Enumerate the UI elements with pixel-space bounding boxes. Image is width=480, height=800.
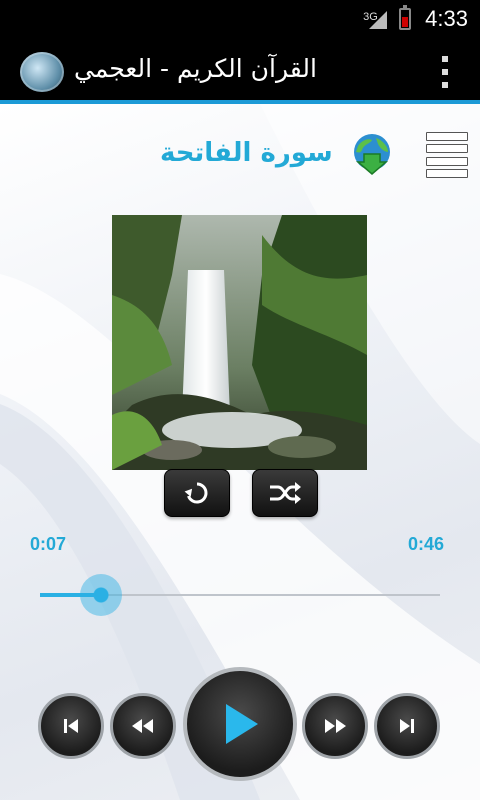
status-bar: 3G 4:33 bbox=[0, 0, 480, 38]
overflow-menu-icon[interactable] bbox=[440, 56, 450, 88]
app-logo-icon[interactable] bbox=[20, 52, 64, 92]
repeat-button[interactable] bbox=[164, 469, 230, 517]
seek-bar[interactable] bbox=[40, 574, 440, 616]
play-icon bbox=[226, 704, 258, 744]
list-menu-icon[interactable] bbox=[426, 132, 468, 178]
album-artwork bbox=[112, 215, 367, 470]
action-bar: القرآن الكريم - العجمي bbox=[0, 38, 480, 104]
play-button[interactable] bbox=[183, 667, 297, 781]
shuffle-button[interactable] bbox=[252, 469, 318, 517]
fast-forward-icon bbox=[325, 719, 346, 733]
seek-thumb[interactable] bbox=[79, 574, 122, 616]
rewind-button[interactable] bbox=[110, 693, 176, 759]
battery-icon bbox=[399, 5, 412, 30]
fast-forward-button[interactable] bbox=[302, 693, 368, 759]
skip-previous-icon bbox=[64, 719, 78, 733]
status-icons: 3G 4:33 bbox=[363, 0, 468, 38]
next-track-button[interactable] bbox=[374, 693, 440, 759]
signal-icon: 3G bbox=[363, 7, 391, 31]
elapsed-time: 0:07 bbox=[30, 534, 67, 554]
rewind-icon bbox=[132, 719, 153, 733]
repeat-icon bbox=[184, 482, 208, 504]
network-type-label: 3G bbox=[363, 11, 378, 23]
total-time: 0:46 bbox=[408, 534, 445, 554]
previous-track-button[interactable] bbox=[38, 693, 104, 759]
globe-download-icon[interactable] bbox=[350, 132, 394, 176]
shuffle-icon bbox=[270, 482, 301, 504]
skip-next-icon bbox=[400, 719, 414, 733]
app-title: القرآن الكريم - العجمي bbox=[74, 54, 317, 83]
surah-title: سورة الفاتحة bbox=[160, 138, 333, 168]
status-time: 4:33 bbox=[425, 6, 468, 31]
